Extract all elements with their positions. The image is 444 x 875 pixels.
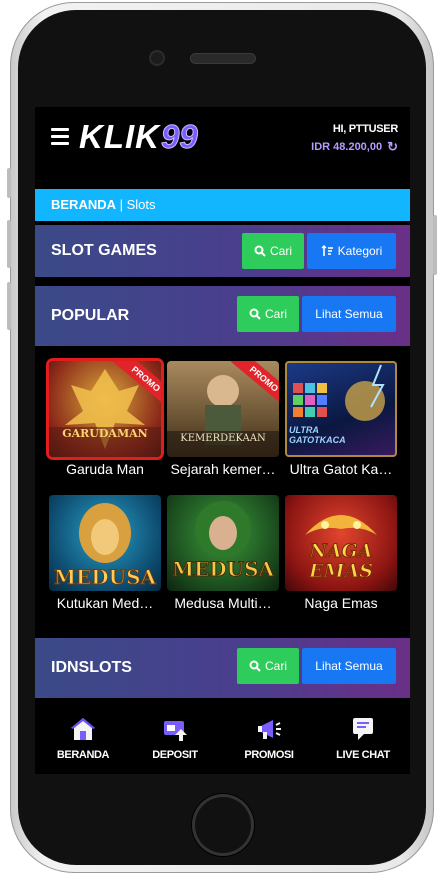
nav-item-beranda[interactable]: BERANDA — [43, 715, 123, 761]
sort-icon — [321, 245, 333, 256]
slot-games-search-button[interactable]: Cari — [242, 233, 304, 269]
phone-power-button — [433, 215, 437, 275]
game-art-title: MEDUSA — [53, 565, 157, 590]
user-balance-row: IDR 48.200,00 ↻ — [311, 139, 398, 155]
phone-volume-down — [7, 282, 11, 330]
refresh-icon[interactable]: ↻ — [387, 139, 398, 155]
slot-games-search-label: Cari — [269, 244, 292, 258]
popular-search-button[interactable]: Cari — [237, 296, 299, 332]
game-art-title: NAGA EMAS — [309, 540, 374, 582]
popular-see-all-button[interactable]: Lihat Semua — [302, 296, 396, 332]
search-icon — [249, 660, 261, 672]
game-tile-medusa-multiplier[interactable]: MEDUSA Medusa Multi… — [167, 495, 279, 611]
nav-label-promosi: PROMOSI — [244, 749, 294, 761]
game-thumbnail[interactable]: GARUDAMAN PROMO — [49, 361, 161, 457]
section-title-idnslots: IDNSLOTS — [51, 659, 132, 676]
nav-item-promosi[interactable]: PROMOSI — [229, 715, 309, 761]
brand-logo[interactable]: KLIK 99 — [79, 117, 198, 157]
nav-label-live-chat: LIVE CHAT — [336, 749, 390, 761]
breadcrumb: BERANDA | Slots — [35, 189, 410, 221]
idnslots-section-header: IDNSLOTS Cari Lihat Semua — [35, 638, 410, 698]
idnslots-see-all-button[interactable]: Lihat Semua — [302, 648, 396, 684]
game-thumbnail[interactable]: ULTRA GATOTKACA — [285, 361, 397, 457]
nav-label-beranda: BERANDA — [56, 749, 110, 761]
app-header: KLIK 99 HI, PTTUSER IDR 48.200,00 ↻ — [35, 107, 410, 165]
deposit-icon — [164, 721, 187, 741]
breadcrumb-current: Slots — [126, 197, 156, 212]
phone-mute-switch — [7, 168, 11, 198]
game-name: Sejarah kemer… — [170, 461, 276, 477]
game-tile-ultra-gatot-kaca[interactable]: ULTRA GATOTKACA Ultra Gatot Ka… — [285, 361, 397, 477]
category-label: Kategori — [337, 244, 383, 258]
game-name: Naga Emas — [304, 595, 378, 611]
game-tile-garuda-man[interactable]: GARUDAMAN PROMO Garuda Man — [49, 361, 161, 477]
nav-item-deposit[interactable]: DEPOSIT — [135, 715, 215, 761]
game-art-title: KEMERDEKAAN — [180, 433, 266, 444]
game-art-title: GARUDAMAN — [62, 427, 148, 440]
game-name: Medusa Multi… — [174, 595, 272, 611]
popular-see-all-label: Lihat Semua — [315, 307, 383, 321]
nav-item-live-chat[interactable]: LIVE CHAT — [323, 715, 403, 761]
bottom-navigation: BERANDA DEPOSIT PROMOSI LIVE CHAT — [35, 707, 410, 774]
front-camera — [151, 52, 163, 64]
user-greeting: HI, PTTUSER — [332, 123, 398, 135]
phone-volume-up — [7, 220, 11, 268]
game-art-title: ULTRA GATOTKACA — [289, 425, 346, 445]
search-icon — [249, 308, 261, 320]
chat-icon — [353, 718, 373, 740]
user-info: HI, PTTUSER IDR 48.200,00 ↻ — [311, 123, 398, 155]
idnslots-search-label: Cari — [264, 659, 287, 673]
popular-section-header: POPULAR Cari Lihat Semua — [35, 286, 410, 346]
phone-speaker — [191, 54, 255, 63]
game-name: Garuda Man — [66, 461, 144, 477]
balance-amount: IDR 48.200,00 — [311, 141, 383, 153]
slot-games-section: SLOT GAMES Cari Kategori — [35, 225, 410, 277]
category-button[interactable]: Kategori — [307, 233, 396, 269]
game-thumbnail[interactable]: NAGA EMAS — [285, 495, 397, 591]
game-thumbnail[interactable]: MEDUSA — [167, 495, 279, 591]
popular-search-label: Cari — [264, 307, 287, 321]
menu-icon[interactable] — [51, 128, 69, 149]
game-name: Kutukan Med… — [56, 595, 154, 611]
idnslots-see-all-label: Lihat Semua — [315, 659, 383, 673]
search-icon — [254, 245, 266, 257]
game-tile-kutukan-medusa[interactable]: MEDUSA Kutukan Med… — [49, 495, 161, 611]
app-screen: KLIK 99 HI, PTTUSER IDR 48.200,00 ↻ BERAN… — [35, 107, 410, 774]
idnslots-search-button[interactable]: Cari — [237, 648, 299, 684]
game-thumbnail[interactable]: KEMERDEKAAN PROMO — [167, 361, 279, 457]
game-tile-sejarah-kemerdekaan[interactable]: KEMERDEKAAN PROMO Sejarah kemer… — [167, 361, 279, 477]
game-tile-naga-emas[interactable]: NAGA EMAS Naga Emas — [285, 495, 397, 611]
logo-number: 99 — [161, 118, 199, 156]
home-button[interactable] — [192, 794, 254, 856]
logo-text: KLIK — [79, 118, 160, 155]
game-name: Ultra Gatot Ka… — [289, 461, 393, 477]
section-title-popular: POPULAR — [51, 307, 130, 324]
game-thumbnail[interactable]: MEDUSA — [49, 495, 161, 591]
megaphone-icon — [258, 720, 281, 739]
breadcrumb-home[interactable]: BERANDA — [51, 197, 116, 212]
home-icon — [71, 718, 95, 740]
breadcrumb-separator: | — [116, 197, 127, 212]
nav-label-deposit: DEPOSIT — [152, 749, 198, 761]
game-art-title: MEDUSA — [171, 557, 275, 582]
section-title-slot-games: SLOT GAMES — [51, 242, 157, 259]
